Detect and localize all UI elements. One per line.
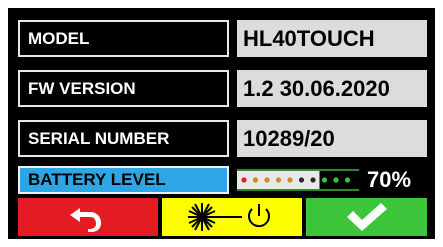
battery-segment	[252, 177, 259, 183]
battery-segment	[241, 177, 247, 183]
battery-segment	[275, 177, 282, 183]
checkmark-icon	[346, 203, 387, 231]
battery-bar-graphic	[237, 168, 359, 192]
battery-segment	[344, 177, 351, 183]
battery-indicator: 70%	[237, 166, 427, 194]
battery-level-label: BATTERY LEVEL	[18, 166, 229, 194]
model-row: MODEL HL40TOUCH	[8, 20, 435, 57]
laser-power-icon	[188, 203, 270, 231]
battery-segment	[321, 177, 328, 183]
confirm-button[interactable]	[306, 198, 427, 236]
laser-toggle-button[interactable]	[162, 198, 302, 236]
fw-version-value: 1.2 30.06.2020	[237, 70, 427, 107]
back-button[interactable]	[18, 198, 158, 236]
fw-version-label: FW VERSION	[18, 70, 229, 107]
serial-number-label: SERIAL NUMBER	[18, 120, 229, 157]
model-label: MODEL	[18, 20, 229, 57]
battery-segment	[298, 177, 305, 183]
model-value: HL40TOUCH	[237, 20, 427, 57]
battery-segment	[287, 177, 293, 183]
fw-version-row: FW VERSION 1.2 30.06.2020	[8, 70, 435, 107]
battery-bar	[237, 166, 359, 194]
serial-number-row: SERIAL NUMBER 10289/20	[8, 120, 435, 157]
undo-arrow-icon	[70, 208, 101, 232]
battery-segment	[264, 177, 270, 183]
battery-percent: 70%	[367, 167, 412, 192]
device-info-panel: MODEL HL40TOUCH FW VERSION 1.2 30.06.202…	[8, 8, 435, 239]
serial-number-value: 10289/20	[237, 120, 427, 157]
battery-segment	[333, 177, 339, 183]
battery-segment	[310, 177, 316, 183]
